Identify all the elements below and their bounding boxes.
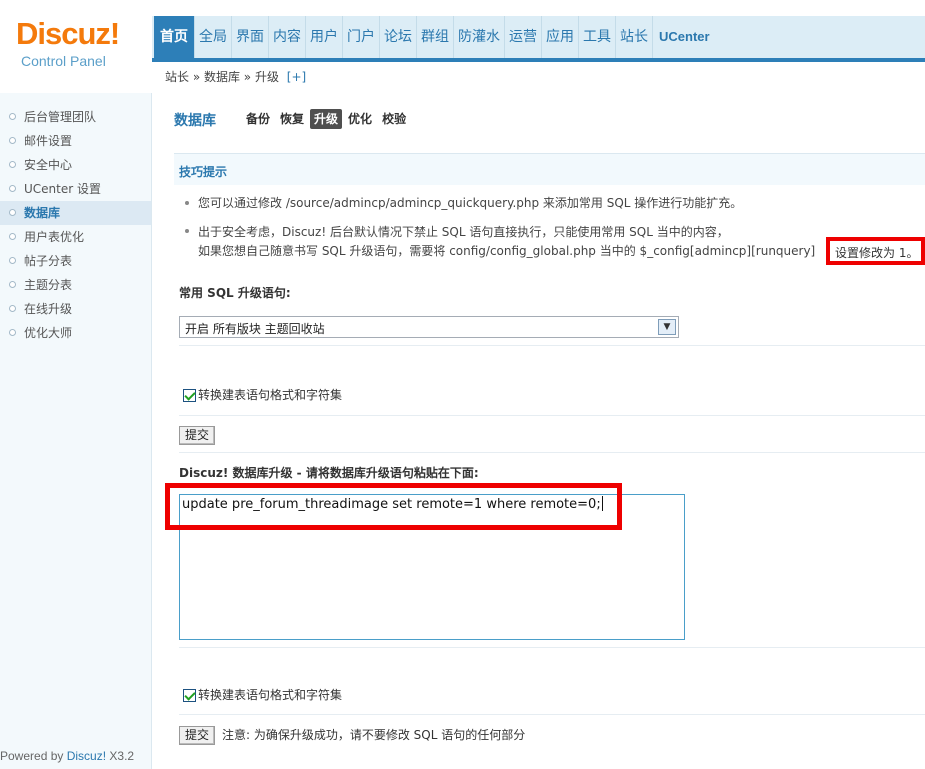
nav-underline	[152, 58, 925, 62]
submit-button-2[interactable]: 提交	[179, 726, 215, 745]
chevron-down-icon[interactable]: ▼	[658, 319, 676, 335]
nav-antispam[interactable]: 防灌水	[454, 16, 505, 58]
sidebar-item-label: 优化大师	[24, 326, 73, 340]
nav-apps[interactable]: 应用	[542, 16, 579, 58]
common-sql-selected: 开启 所有版块 主题回收站	[185, 322, 325, 336]
divider	[179, 647, 925, 648]
logo[interactable]: Discuz! Control Panel	[0, 0, 152, 93]
sidebar-item-mail[interactable]: 邮件设置	[0, 129, 151, 153]
sub-tabs: 备份 恢复 升级 优化 校验	[242, 109, 410, 129]
tip-quickquery: 您可以通过修改 /source/admincp/admincp_quickque…	[198, 196, 743, 210]
bullet-icon	[9, 113, 16, 120]
breadcrumb-text: 站长 » 数据库 » 升级	[165, 70, 279, 84]
convert-charset-label-1: 转换建表语句格式和字符集	[198, 388, 343, 402]
bullet-icon	[9, 185, 16, 192]
sidebar: 后台管理团队 邮件设置 安全中心 UCenter 设置 数据库 用户表优化 帖子…	[0, 93, 152, 769]
tip-security-line1: 出于安全考虑，Discuz! 后台默认情况下禁止 SQL 语句直接执行，只能使用…	[198, 225, 729, 239]
tab-upgrade[interactable]: 升级	[310, 109, 343, 129]
sidebar-item-label: 主题分表	[24, 278, 73, 292]
bullet-icon	[9, 233, 16, 240]
divider	[179, 714, 925, 715]
bullet-icon	[9, 257, 16, 264]
nav-global[interactable]: 全局	[195, 16, 232, 58]
sidebar-item-label: 数据库	[24, 206, 61, 220]
tab-verify[interactable]: 校验	[378, 109, 410, 129]
convert-charset-checkbox-1[interactable]	[183, 389, 196, 402]
tips-title: 技巧提示	[179, 165, 228, 179]
upgrade-label: Discuz! 数据库升级 - 请将数据库升级语句粘贴在下面:	[179, 466, 479, 480]
tip-security-line2: 如果您想自己随意书写 SQL 升级语句，需要将 config/config_gl…	[198, 244, 816, 258]
divider	[179, 345, 925, 346]
nav-groups[interactable]: 群组	[417, 16, 454, 58]
sidebar-item-security[interactable]: 安全中心	[0, 153, 151, 177]
sidebar-item-label: 用户表优化	[24, 230, 85, 244]
logo-brand: Discuz!	[16, 16, 120, 51]
bullet-icon	[9, 281, 16, 288]
highlight-box	[165, 483, 622, 530]
sidebar-item-label: 帖子分表	[24, 254, 73, 268]
nav-interface[interactable]: 界面	[232, 16, 269, 58]
sidebar-item-label: UCenter 设置	[24, 182, 101, 196]
sidebar-item-optimizer[interactable]: 优化大师	[0, 321, 151, 345]
powered-prefix: Powered by	[0, 749, 64, 763]
convert-charset-checkbox-2[interactable]	[183, 689, 196, 702]
breadcrumb-add-button[interactable]: [+]	[287, 70, 306, 84]
convert-charset-label-2: 转换建表语句格式和字符集	[198, 688, 343, 702]
nav-home[interactable]: 首页	[154, 16, 195, 58]
sidebar-item-ucenter[interactable]: UCenter 设置	[0, 177, 151, 201]
divider	[179, 452, 925, 453]
sidebar-item-user-table[interactable]: 用户表优化	[0, 225, 151, 249]
powered-version: X3.2	[109, 749, 135, 763]
header: Discuz! Control Panel 首页 全局 界面 内容 用户 门户 …	[0, 0, 925, 93]
submit-button-1[interactable]: 提交	[179, 426, 215, 445]
nav-ucenter[interactable]: UCenter	[653, 16, 716, 58]
sidebar-item-label: 安全中心	[24, 158, 73, 172]
sidebar-item-thread-split[interactable]: 主题分表	[0, 273, 151, 297]
sidebar-item-label: 邮件设置	[24, 134, 73, 148]
tip-security-highlight: 设置修改为 1。	[835, 246, 919, 260]
sidebar-item-admin-team[interactable]: 后台管理团队	[0, 105, 151, 129]
breadcrumb: 站长 » 数据库 » 升级 [+]	[165, 68, 306, 85]
common-sql-label: 常用 SQL 升级语句:	[179, 286, 291, 300]
bullet-icon	[185, 229, 189, 233]
tab-backup[interactable]: 备份	[242, 109, 274, 129]
nav-operations[interactable]: 运营	[505, 16, 542, 58]
upgrade-note: 注意: 为确保升级成功，请不要修改 SQL 语句的任何部分	[222, 728, 526, 742]
page-title: 数据库	[174, 113, 216, 129]
main-content: 数据库 备份 恢复 升级 优化 校验 技巧提示 您可以通过修改 /source/…	[152, 93, 925, 769]
bullet-icon	[9, 137, 16, 144]
powered-by: Powered by Discuz! X3.2	[0, 749, 134, 763]
top-nav: 首页 全局 界面 内容 用户 门户 论坛 群组 防灌水 运营 应用 工具 站长 …	[154, 16, 716, 58]
divider	[179, 415, 925, 416]
bullet-icon	[9, 161, 16, 168]
logo-subtitle: Control Panel	[21, 53, 106, 69]
sidebar-item-database[interactable]: 数据库	[0, 201, 151, 225]
bullet-icon	[185, 201, 189, 205]
powered-link[interactable]: Discuz!	[67, 749, 106, 763]
sidebar-item-label: 后台管理团队	[24, 110, 97, 124]
sidebar-item-post-split[interactable]: 帖子分表	[0, 249, 151, 273]
tab-optimize[interactable]: 优化	[344, 109, 376, 129]
bullet-icon	[9, 305, 16, 312]
tab-restore[interactable]: 恢复	[276, 109, 308, 129]
nav-users[interactable]: 用户	[306, 16, 343, 58]
bullet-icon	[9, 209, 16, 216]
bullet-icon	[9, 329, 16, 336]
nav-admin[interactable]: 站长	[616, 16, 653, 58]
highlight-box: 设置修改为 1。	[826, 237, 925, 265]
nav-content[interactable]: 内容	[269, 16, 306, 58]
nav-forum[interactable]: 论坛	[380, 16, 417, 58]
tips-header: 技巧提示	[174, 153, 925, 185]
common-sql-select[interactable]: 开启 所有版块 主题回收站 ▼	[179, 316, 679, 338]
sidebar-item-label: 在线升级	[24, 302, 73, 316]
nav-tools[interactable]: 工具	[579, 16, 616, 58]
sidebar-item-online-upgrade[interactable]: 在线升级	[0, 297, 151, 321]
nav-portal[interactable]: 门户	[343, 16, 380, 58]
